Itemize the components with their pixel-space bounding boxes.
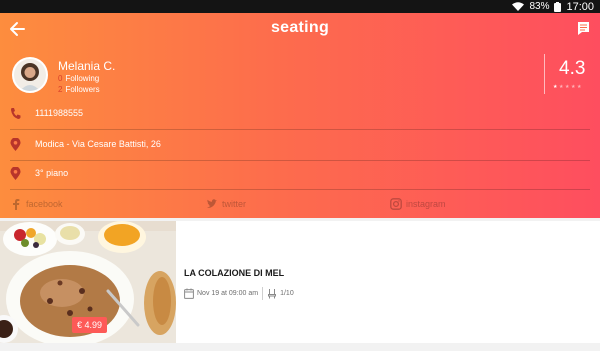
calendar-icon — [184, 288, 194, 299]
location-pin-icon — [10, 167, 21, 180]
event-photo[interactable]: € 4.99 — [0, 221, 176, 343]
twitter-icon — [207, 199, 217, 208]
event-title[interactable]: LA COLAZIONE DI MEL — [184, 268, 284, 278]
facebook-link[interactable]: facebook — [10, 198, 63, 210]
seat-icon — [268, 288, 277, 298]
event-date: Nov 19 at 09:00 am — [197, 289, 259, 297]
social-links: facebook twitter instagram — [10, 196, 590, 214]
twitter-link[interactable]: twitter — [206, 198, 246, 210]
address-row[interactable]: Modica - Via Cesare Battisti, 26 — [10, 130, 590, 161]
event-card[interactable]: € 4.99 LA COLAZIONE DI MEL Nov 19 at 09:… — [0, 221, 600, 343]
twitter-label: twitter — [222, 199, 247, 209]
following-label: Following — [65, 74, 100, 83]
instagram-label: instagram — [406, 199, 446, 209]
event-seats: 1/10 — [280, 289, 294, 297]
following-count: 0 — [58, 74, 63, 83]
app-screen: 83% 17:00 seating Melania C. 0 Following… — [0, 0, 600, 351]
app-logo: seating — [270, 19, 330, 36]
meta-divider — [262, 286, 264, 300]
battery-percent: 83% — [529, 1, 550, 12]
clock: 17:00 — [566, 0, 594, 13]
avatar-image — [14, 59, 46, 91]
address-text: Modica - Via Cesare Battisti, 26 — [35, 139, 161, 149]
phone-row[interactable]: 1111988555 — [10, 99, 590, 130]
floor-text: 3° piano — [35, 168, 69, 178]
profile-summary: Melania C. 0 Following 2 Followers 4.3 ★★★… — [10, 54, 590, 97]
top-bar: seating — [0, 13, 600, 46]
battery-icon — [554, 1, 562, 12]
chat-icon[interactable] — [577, 21, 590, 36]
following-stat[interactable]: 0 Following — [58, 74, 99, 83]
instagram-link[interactable]: instagram — [390, 198, 446, 210]
avatar[interactable] — [12, 57, 48, 93]
instagram-icon — [390, 198, 402, 210]
followers-count: 2 — [58, 85, 63, 94]
location-pin-icon — [10, 138, 21, 151]
phone-number: 1111988555 — [35, 108, 84, 118]
user-name: Melania C. — [58, 59, 116, 73]
facebook-icon — [13, 199, 20, 210]
wifi-icon — [512, 2, 525, 11]
status-bar: 83% 17:00 — [0, 0, 600, 13]
price-badge: € 4.99 — [72, 317, 108, 333]
event-meta: Nov 19 at 09:00 am 1/10 — [184, 285, 294, 301]
followers-label: Followers — [65, 85, 100, 94]
followers-stat[interactable]: 2 Followers — [58, 85, 100, 94]
star-icon: ★ — [576, 84, 583, 90]
phone-icon — [11, 108, 21, 119]
rating-stars: ★★★★★ — [553, 84, 583, 90]
floor-row: 3° piano — [10, 159, 590, 190]
facebook-label: facebook — [26, 199, 63, 209]
profile-header: seating Melania C. 0Following 2Followe — [0, 13, 600, 218]
rating-value: 4.3 — [559, 58, 586, 79]
rating-box: 4.3 ★★★★★ — [544, 54, 590, 94]
